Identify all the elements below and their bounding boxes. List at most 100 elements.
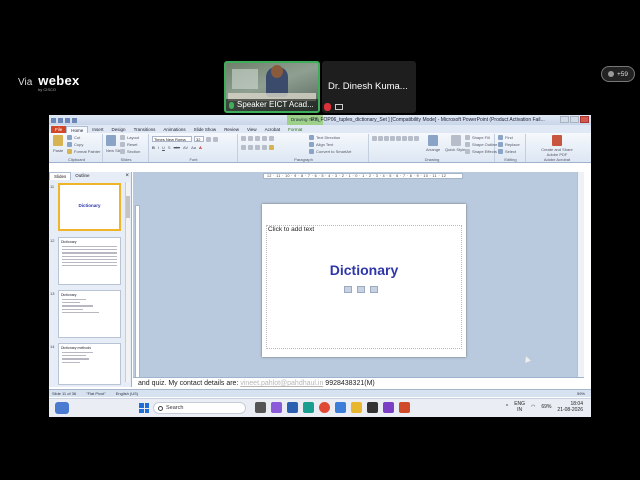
notes-email-link[interactable]: vineet.pahlot@pahdhaul.in [240,380,323,387]
select-icon[interactable] [498,149,503,154]
weather-widget-icon[interactable] [55,402,69,414]
shape-effects-icon[interactable] [465,149,470,154]
shape-rect-icon[interactable] [372,136,377,141]
numbering-icon[interactable] [248,136,253,141]
participant-video-tile[interactable]: Dr. Dinesh Kuma... [322,61,416,113]
quick-styles-label[interactable]: Quick Styles [445,147,467,152]
replace-label[interactable]: Replace [505,142,520,147]
redo-icon[interactable] [72,117,77,123]
powerpoint-icon[interactable] [399,402,410,413]
file-explorer-icon[interactable] [351,402,362,413]
teams-icon[interactable] [383,402,394,413]
increase-indent-icon[interactable] [262,136,267,141]
undo-icon[interactable] [65,117,70,123]
insert-picture-icon[interactable] [370,286,378,293]
slides-pane-scrollbar[interactable] [125,182,130,382]
tab-slide-show[interactable]: Slide Show [190,126,221,133]
speaker-video-tile[interactable]: Speaker EICT Acad... [224,61,320,113]
quick-styles-icon[interactable] [451,135,462,146]
section-icon[interactable] [120,149,125,154]
arrange-label[interactable]: Arrange [426,147,440,152]
maximize-button[interactable] [570,116,579,123]
grow-font-icon[interactable] [206,136,211,142]
work-area-scrollbar[interactable] [577,172,584,387]
section-label[interactable]: Section [127,149,140,154]
chevron-up-icon[interactable]: ^ [506,404,508,410]
align-right-icon[interactable] [255,145,260,150]
decrease-indent-icon[interactable] [255,136,260,141]
scrollbar-thumb[interactable] [126,196,130,218]
change-case-button[interactable]: Aa [191,145,196,150]
shape-line-icon[interactable] [378,136,383,141]
language-switcher[interactable]: ENG IN [514,401,525,413]
shape-star-icon[interactable] [402,136,407,141]
tab-review[interactable]: Review [220,126,243,133]
tab-slides[interactable]: Slides [49,172,72,180]
language-indicator[interactable]: English (US) [116,390,138,397]
align-text-icon[interactable] [309,142,314,147]
reset-label[interactable]: Reset [127,142,137,147]
paste-icon[interactable] [53,135,63,146]
text-direction-label[interactable]: Text Direction [316,135,340,140]
underline-button[interactable]: U [162,145,165,150]
shape-outline-icon[interactable] [465,142,470,147]
slide-canvas[interactable]: Click to add text Dictionary [262,204,466,357]
slide-title[interactable]: Dictionary [262,262,466,278]
layout-label[interactable]: Layout [127,135,139,140]
shape-triangle-icon[interactable] [396,136,401,141]
shape-fill-label[interactable]: Shape Fill [472,135,490,140]
ppt-app-icon[interactable] [51,117,56,123]
bold-button[interactable]: B [152,145,155,150]
new-slide-icon[interactable] [106,135,116,146]
bullets-icon[interactable] [241,136,246,141]
justify-icon[interactable] [262,145,267,150]
tab-outline[interactable]: Outline [71,172,93,180]
tab-animations[interactable]: Animations [159,126,189,133]
minimize-button[interactable] [560,116,569,123]
save-icon[interactable] [58,117,63,123]
wifi-icon[interactable]: ◠ [531,404,535,410]
shape-effects-label[interactable]: Shape Effects [472,149,497,154]
battery-percent[interactable]: 69% [541,404,551,410]
cut-label[interactable]: Cut [74,135,80,140]
slide-thumbnail[interactable]: Dictionary [58,237,121,285]
tab-acrobat[interactable]: Acrobat [261,126,285,133]
shrink-font-icon[interactable] [213,136,218,142]
font-size-select[interactable]: 32 [194,136,204,142]
tab-transitions[interactable]: Transitions [130,126,160,133]
format-painter-label[interactable]: Format Painter [74,149,100,154]
shape-fill-icon[interactable] [465,135,470,140]
tab-format[interactable]: Format [284,126,306,133]
find-icon[interactable] [498,135,503,140]
slide-thumbnail[interactable]: Dictionary [58,183,121,231]
copy-label[interactable]: Copy [74,142,83,147]
select-label[interactable]: Select [505,149,516,154]
copilot-icon[interactable] [271,402,282,413]
convert-smartart-label[interactable]: Convert to SmartArt [316,149,351,154]
smartart-icon[interactable] [309,149,314,154]
edge-icon[interactable] [303,402,314,413]
format-painter-icon[interactable] [67,149,72,154]
insert-table-icon[interactable] [344,286,352,293]
shape-outline-label[interactable]: Shape Outline [472,142,497,147]
copy-icon[interactable] [67,142,72,147]
insert-chart-icon[interactable] [357,286,365,293]
placeholder-text[interactable]: Click to add text [268,226,314,233]
close-pane-icon[interactable]: × [125,173,129,179]
clock[interactable]: 18:04 21-08-2026 [557,401,583,413]
paste-label[interactable]: Paste [53,148,63,153]
shadow-button[interactable]: S [168,145,171,150]
task-view-icon[interactable] [255,402,266,413]
align-center-icon[interactable] [248,145,253,150]
align-left-icon[interactable] [241,145,246,150]
tab-view[interactable]: View [243,126,261,133]
char-spacing-button[interactable]: AV [183,145,188,150]
taskbar-search-input[interactable]: Search [153,402,246,414]
shape-callout-icon[interactable] [414,136,419,141]
columns-icon[interactable] [269,145,274,150]
shape-brace-icon[interactable] [408,136,413,141]
word-icon[interactable] [287,402,298,413]
notes-pane[interactable]: and quiz. My contact details are: vineet… [133,377,584,389]
close-button[interactable] [580,116,589,123]
chrome-icon[interactable] [319,402,330,413]
